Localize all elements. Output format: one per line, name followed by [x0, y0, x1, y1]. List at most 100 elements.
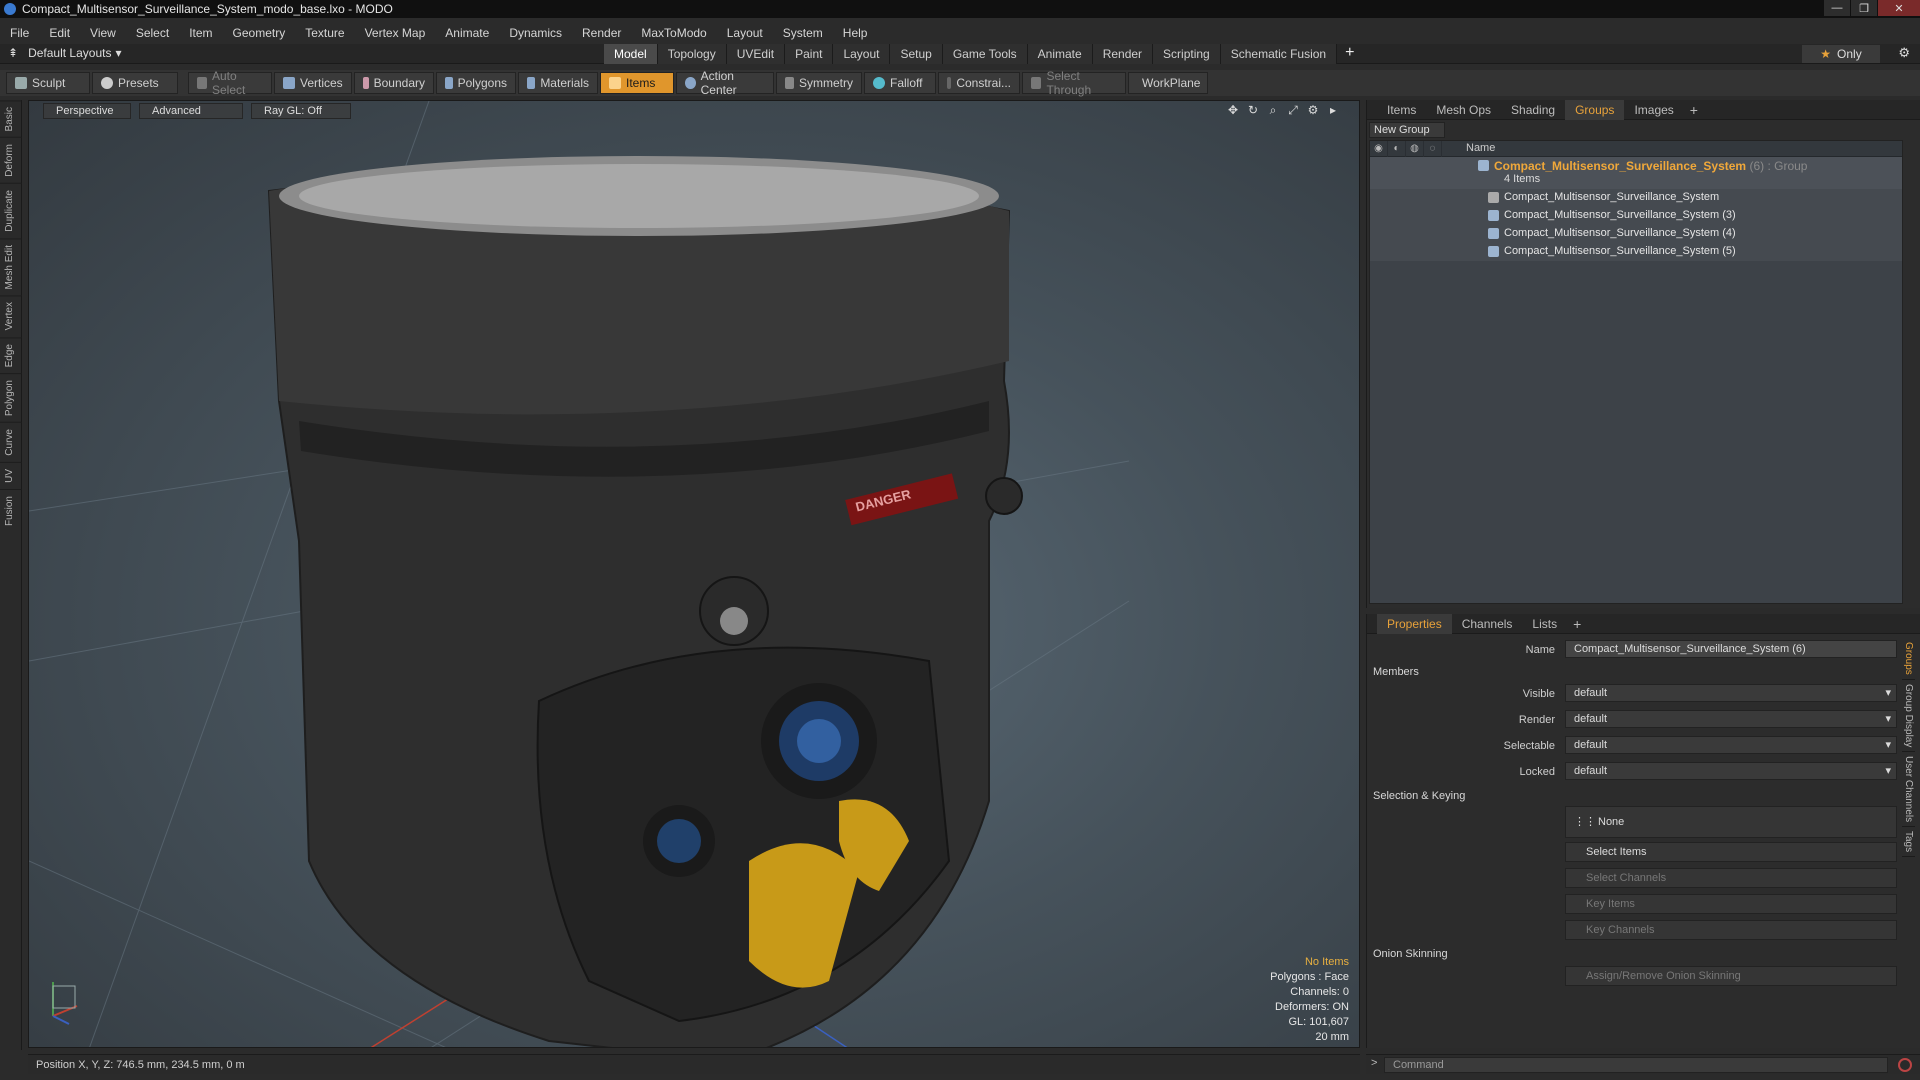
side-tab-user-channels[interactable]: User Channels: [1902, 752, 1915, 828]
key-items-button[interactable]: Key Items: [1565, 894, 1897, 914]
name-field[interactable]: Compact_Multisensor_Surveillance_System …: [1565, 640, 1897, 658]
list-item[interactable]: Compact_Multisensor_Surveillance_System …: [1370, 207, 1902, 225]
visible-select[interactable]: default: [1565, 684, 1897, 702]
tab-setup[interactable]: Setup: [890, 44, 943, 64]
record-icon[interactable]: [1898, 1058, 1912, 1072]
side-tab-groups[interactable]: Groups: [1902, 638, 1915, 680]
menu-edit[interactable]: Edit: [39, 26, 80, 40]
3d-viewport[interactable]: Perspective Advanced Ray GL: Off ✥ ↻ ⌕ ⤢…: [28, 100, 1360, 1048]
locked-select[interactable]: default: [1565, 762, 1897, 780]
select-col-icon[interactable]: ◌: [1424, 141, 1442, 157]
add-props-tab-button[interactable]: +: [1567, 616, 1587, 632]
onion-skinning-section[interactable]: Onion Skinning: [1373, 948, 1448, 960]
advanced-button[interactable]: Advanced: [139, 103, 243, 119]
polygons-button[interactable]: Polygons: [436, 72, 516, 94]
fit-view-icon[interactable]: ⤢: [1285, 103, 1301, 119]
key-channels-button[interactable]: Key Channels: [1565, 920, 1897, 940]
menu-animate[interactable]: Animate: [435, 26, 499, 40]
render-select[interactable]: default: [1565, 710, 1897, 728]
menu-view[interactable]: View: [80, 26, 126, 40]
add-tab-button[interactable]: +: [1337, 44, 1362, 64]
render-col-icon[interactable]: ◐: [1388, 141, 1406, 157]
view-mode-button[interactable]: Perspective: [43, 103, 131, 119]
select-through-button[interactable]: Select Through: [1022, 69, 1126, 97]
tab-shading[interactable]: Shading: [1501, 100, 1565, 120]
tab-schematic-fusion[interactable]: Schematic Fusion: [1220, 44, 1338, 64]
select-channels-button[interactable]: Select Channels: [1565, 868, 1897, 888]
tab-game-tools[interactable]: Game Tools: [942, 44, 1028, 64]
action-center-button[interactable]: Action Center: [676, 69, 774, 97]
menu-texture[interactable]: Texture: [295, 26, 354, 40]
tab-mesh-ops[interactable]: Mesh Ops: [1426, 100, 1501, 120]
maximize-button[interactable]: ❐: [1851, 0, 1877, 16]
tab-topology[interactable]: Topology: [657, 44, 727, 64]
tab-paint[interactable]: Paint: [785, 44, 834, 64]
tab-layout[interactable]: Layout: [833, 44, 891, 64]
select-items-button[interactable]: Select Items: [1565, 842, 1897, 862]
menu-help[interactable]: Help: [833, 26, 878, 40]
list-item[interactable]: Compact_Multisensor_Surveillance_System: [1370, 189, 1902, 207]
list-item[interactable]: Compact_Multisensor_Surveillance_System …: [1370, 243, 1902, 261]
assign-onion-button[interactable]: Assign/Remove Onion Skinning: [1565, 966, 1897, 986]
minimize-button[interactable]: —: [1824, 0, 1850, 16]
workplane-button[interactable]: WorkPlane: [1128, 72, 1208, 94]
tab-polygon[interactable]: Polygon: [0, 373, 22, 423]
materials-button[interactable]: Materials: [518, 72, 598, 94]
auto-select-button[interactable]: Auto Select: [188, 69, 272, 97]
sculpt-button[interactable]: Sculpt: [6, 72, 90, 94]
tab-duplicate[interactable]: Duplicate: [0, 183, 22, 238]
tab-curve[interactable]: Curve: [0, 422, 22, 462]
gear-icon[interactable]: ⚙: [1898, 45, 1910, 61]
tab-items[interactable]: Items: [1377, 100, 1426, 120]
constraints-button[interactable]: Constrai...: [938, 72, 1020, 94]
visibility-col-icon[interactable]: ◉: [1370, 141, 1388, 157]
symmetry-button[interactable]: Symmetry: [776, 72, 862, 94]
menu-layout[interactable]: Layout: [717, 26, 773, 40]
rotate-view-icon[interactable]: ↻: [1245, 103, 1261, 119]
selection-keying-section[interactable]: Selection & Keying: [1373, 790, 1465, 802]
tab-basic[interactable]: Basic: [0, 100, 22, 138]
tab-images[interactable]: Images: [1624, 100, 1683, 120]
close-button[interactable]: ✕: [1878, 0, 1920, 16]
only-button[interactable]: ★ Only: [1802, 45, 1880, 63]
viewport-settings-icon[interactable]: ⚙: [1305, 103, 1321, 119]
tab-edge[interactable]: Edge: [0, 336, 22, 374]
tab-properties[interactable]: Properties: [1377, 613, 1452, 634]
members-section[interactable]: Members: [1373, 666, 1419, 678]
items-button[interactable]: Items: [600, 72, 674, 94]
command-input[interactable]: Command: [1384, 1057, 1888, 1073]
viewport-menu-icon[interactable]: ▸: [1325, 103, 1341, 119]
group-row[interactable]: Compact_Multisensor_Surveillance_System …: [1370, 157, 1902, 189]
tab-uvedit[interactable]: UVEdit: [726, 44, 786, 64]
tab-model[interactable]: Model: [604, 44, 658, 64]
zoom-view-icon[interactable]: ⌕: [1265, 103, 1281, 119]
side-tab-tags[interactable]: Tags: [1902, 827, 1915, 858]
side-tab-group-display[interactable]: Group Display: [1902, 680, 1915, 753]
menu-render[interactable]: Render: [572, 26, 631, 40]
tab-fusion[interactable]: Fusion: [0, 488, 22, 532]
tab-deform[interactable]: Deform: [0, 137, 22, 184]
selectable-select[interactable]: default: [1565, 736, 1897, 754]
move-view-icon[interactable]: ✥: [1225, 103, 1241, 119]
vertices-button[interactable]: Vertices: [274, 72, 352, 94]
tab-scripting[interactable]: Scripting: [1153, 44, 1221, 64]
tab-vertex[interactable]: Vertex: [0, 295, 22, 337]
list-item[interactable]: Compact_Multisensor_Surveillance_System …: [1370, 225, 1902, 243]
new-group-button[interactable]: New Group: [1369, 122, 1445, 138]
falloff-button[interactable]: Falloff: [864, 72, 936, 94]
menu-item[interactable]: Item: [179, 26, 222, 40]
tab-channels[interactable]: Channels: [1452, 614, 1523, 634]
tab-groups[interactable]: Groups: [1565, 99, 1625, 120]
raygl-button[interactable]: Ray GL: Off: [251, 103, 351, 119]
menu-dynamics[interactable]: Dynamics: [499, 26, 572, 40]
tab-animate[interactable]: Animate: [1027, 44, 1093, 64]
menu-vertex-map[interactable]: Vertex Map: [355, 26, 436, 40]
menu-maxtomodo[interactable]: MaxToModo: [631, 26, 716, 40]
menu-geometry[interactable]: Geometry: [223, 26, 296, 40]
tab-render[interactable]: Render: [1092, 44, 1154, 64]
menu-select[interactable]: Select: [126, 26, 179, 40]
lock-col-icon[interactable]: ◍: [1406, 141, 1424, 157]
add-panel-tab-button[interactable]: +: [1684, 102, 1704, 118]
presets-button[interactable]: Presets: [92, 72, 178, 94]
menu-file[interactable]: File: [0, 26, 39, 40]
